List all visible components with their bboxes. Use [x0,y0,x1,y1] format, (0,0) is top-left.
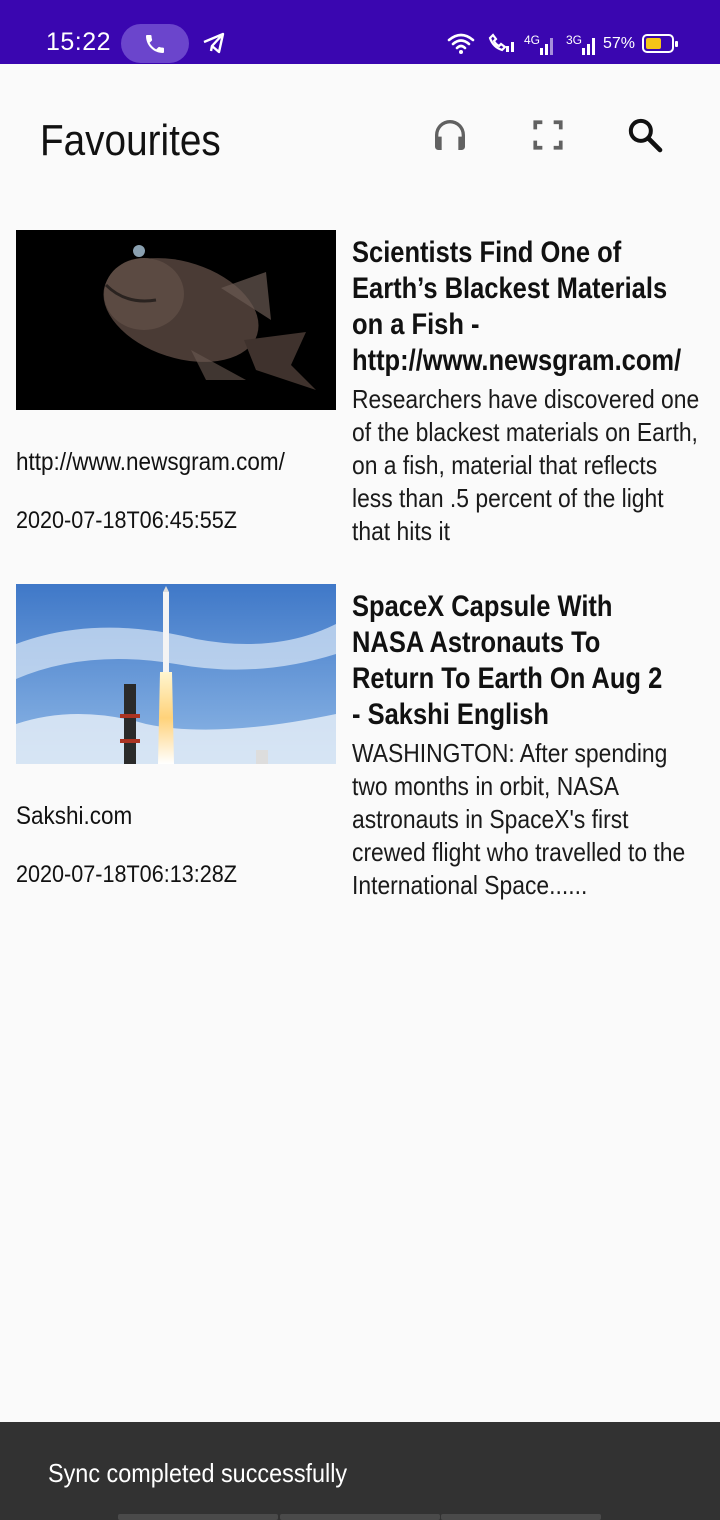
wifi-icon [447,33,475,54]
article-date: 2020-07-18T06:13:28Z [16,861,237,888]
bottom-nav-hint [441,1514,601,1520]
status-time: 15:22 [46,28,112,56]
snackbar: Sync completed successfully [0,1422,720,1520]
article-title[interactable]: Scientists Find One of Earth’s Blackest … [352,235,681,379]
article-source[interactable]: Sakshi.com [16,802,132,831]
fullscreen-icon[interactable] [525,112,571,158]
article-item[interactable]: Sakshi.com 2020-07-18T06:13:28Z SpaceX C… [16,584,704,914]
ongoing-call-pill[interactable] [121,24,189,63]
page-title: Favourites [40,116,221,165]
article-thumbnail-rocket[interactable] [16,584,336,764]
article-date: 2020-07-18T06:45:55Z [16,507,237,534]
article-item[interactable]: http://www.newsgram.com/ 2020-07-18T06:4… [16,230,704,560]
battery-percent: 57% [603,35,636,52]
article-description: WASHINGTON: After spending two months in… [352,738,686,900]
battery-icon [642,34,678,53]
bottom-nav-hint [280,1514,440,1520]
telegram-icon [203,32,225,54]
wifi-call-icon [488,33,514,52]
phone-icon [146,35,164,53]
search-icon[interactable] [622,112,668,158]
signal-4g-icon [540,38,553,55]
signal-3g-icon [582,38,595,55]
app-bar: Favourites [0,64,720,214]
article-title[interactable]: SpaceX Capsule With NASA Astronauts To R… [352,589,675,733]
snackbar-message: Sync completed successfully [48,1458,348,1488]
status-bar: 15:22 4G 3G 57% [0,0,720,64]
headphones-icon[interactable] [427,112,473,158]
article-thumbnail-fish[interactable] [16,230,336,410]
bottom-nav-hint [118,1514,278,1520]
article-source[interactable]: http://www.newsgram.com/ [16,448,285,477]
article-description: Researchers have discovered one of the b… [352,384,700,546]
